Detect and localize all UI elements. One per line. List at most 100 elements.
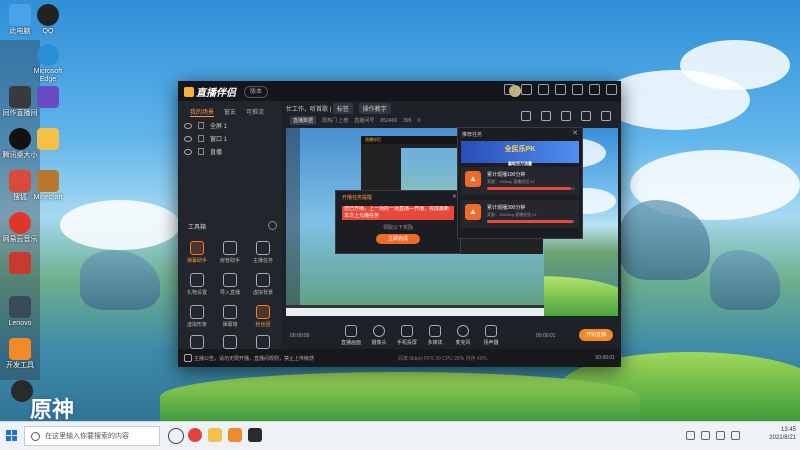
banner-title: 全民乐PK [504,146,536,153]
network-icon[interactable] [701,431,710,440]
tool-avatar[interactable]: 虚拟形象 [182,305,212,328]
clock[interactable]: 13:45 2021/8/21 [769,426,796,442]
eye-icon[interactable] [184,148,192,155]
task-item[interactable]: ▲ 累计观播100分钟 奖励：100exp 直播经验 x1 [461,167,579,195]
tool-gift-settings[interactable]: 礼物设置 [182,273,212,296]
share-icon[interactable] [601,111,611,121]
gift-icon[interactable] [521,111,531,121]
app-name: 直播伴侣 [196,88,236,99]
desktop-icon-folder[interactable] [28,128,68,152]
chevron-up-icon[interactable] [686,431,695,440]
volume-icon[interactable] [716,431,725,440]
tool-danmaku[interactable]: 弹幕助手 [182,241,212,264]
desktop-icon-edge[interactable]: Microsoft Edge [28,44,68,84]
desktop-icon-devtools[interactable]: 开发工具 [0,338,40,370]
tab-streams[interactable]: 可推流 [246,107,264,117]
start-live-button[interactable]: 开始直播 [579,329,613,341]
search-placeholder: 在这里输入你要搜索的内容 [45,433,129,440]
windows-logo-icon [12,436,17,441]
taskbar-search[interactable]: 在这里输入你要搜索的内容 [24,426,160,446]
task-item[interactable]: ▲ 累计观播300分钟 奖励：1100exp 直播经验 x1 [461,200,579,228]
tag-button[interactable]: 标签 [332,103,353,114]
desktop-icon-qq[interactable]: QQ [28,4,68,36]
btn-phone-cast[interactable]: 手机投屏 [394,325,420,346]
camera-icon [373,325,385,337]
desktop-icon-game[interactable] [28,86,68,110]
menu-icon[interactable] [555,84,566,95]
desktop-icon-app[interactable] [0,252,40,276]
tool-room-admin[interactable]: 房管助手 [215,241,245,264]
task-progress-fill [487,220,574,223]
game-icon [37,86,59,108]
bell-icon[interactable] [581,111,591,121]
copy-icon[interactable] [561,111,571,121]
tab-friends[interactable]: 窗友 [224,107,236,117]
desktop-icon-minecraft[interactable]: Minecraft [28,170,68,202]
start-button[interactable] [6,430,18,442]
live-app-icon[interactable] [228,428,242,442]
desktop-icon-label: 网易云音乐 [2,236,38,243]
btn-media[interactable]: 多媒体 [422,325,448,346]
speaker-icon [485,325,497,337]
message-icon[interactable] [504,84,515,95]
tool-host-tasks[interactable]: 主播任务 [248,241,278,264]
app-icon [9,296,31,318]
tab-my-scenes[interactable]: 我的场景 [190,107,215,117]
version-badge[interactable]: 版本 [244,86,269,98]
btn-screen[interactable]: 直播画面 [338,325,364,346]
scene-item[interactable]: 直播 [184,147,222,156]
more-icon[interactable] [268,221,277,230]
nested-icon-strip [286,128,300,316]
lock-icon[interactable] [198,135,204,142]
btn-camera[interactable]: 摄像头 [366,325,392,346]
tool-label: 弹幕墙 [222,322,238,328]
scene-item[interactable]: 全屏 1 [184,121,227,130]
btn-microphone[interactable]: 麦克风 [450,325,476,346]
pk-banner[interactable]: 全民乐PK 赢取百万流量 [461,141,579,166]
lock-icon[interactable] [541,111,551,121]
rank-text: 周热门 上榜 [322,118,349,124]
app-icon [9,338,31,360]
chrome-icon[interactable] [188,428,202,442]
room-title[interactable]: 忙工作，听首歌 | [286,107,331,113]
gift-icon[interactable] [521,84,532,95]
eye-icon[interactable] [184,122,192,129]
announce-icon [184,354,192,362]
btn-speaker[interactable]: 扬声器 [478,325,504,346]
tool-label: 主播任务 [252,258,273,264]
settings-icon[interactable] [538,84,549,95]
task-name: 累计观播300分钟 [487,205,526,211]
viewers-count: 0 [417,117,421,124]
close-icon[interactable] [606,84,617,95]
logo-icon [184,87,194,97]
tool-fan-club[interactable]: 粉丝团 [248,305,278,328]
floating-island [80,250,160,310]
lock-icon[interactable] [198,148,204,155]
tool-import[interactable]: 导入直播 [215,273,245,296]
tool-label: 虚拟背景 [252,290,273,296]
file-explorer-icon[interactable] [208,428,222,442]
edge-icon [37,44,59,66]
complete-now-button[interactable]: 立即完成 [376,234,420,244]
room-id: 852466 [380,117,398,124]
eye-icon[interactable] [184,135,192,142]
cortana-icon[interactable] [168,428,184,444]
maximize-icon[interactable] [589,84,600,95]
scene-item[interactable]: 窗口 1 [184,134,227,143]
app-icon[interactable] [248,428,262,442]
flame-icon: ▲ [465,204,481,220]
stats-badge[interactable]: 直播数据 [290,116,317,125]
lock-icon[interactable] [198,122,204,129]
desktop-icon-netease-music[interactable]: 网易云音乐 [0,212,40,244]
app-icon [9,252,31,274]
tutorial-button[interactable]: 操作教学 [358,103,391,114]
timer-right: 00:00:01 [536,333,556,339]
taskbar: 在这里输入你要搜索的内容 13:45 2021/8/21 [0,421,800,450]
tool-virtual-bg[interactable]: 虚拟背景 [248,273,278,296]
minimize-icon[interactable] [572,84,583,95]
close-icon[interactable]: ✕ [572,129,578,137]
room-stats: 直播数据 周热门 上榜 直播间号 852466 395 0 [290,116,420,125]
desktop-icon-lenovo[interactable]: Lenovo [0,296,40,328]
ime-icon[interactable] [731,431,740,440]
tool-danmaku-wall[interactable]: 弹幕墙 [215,305,245,328]
